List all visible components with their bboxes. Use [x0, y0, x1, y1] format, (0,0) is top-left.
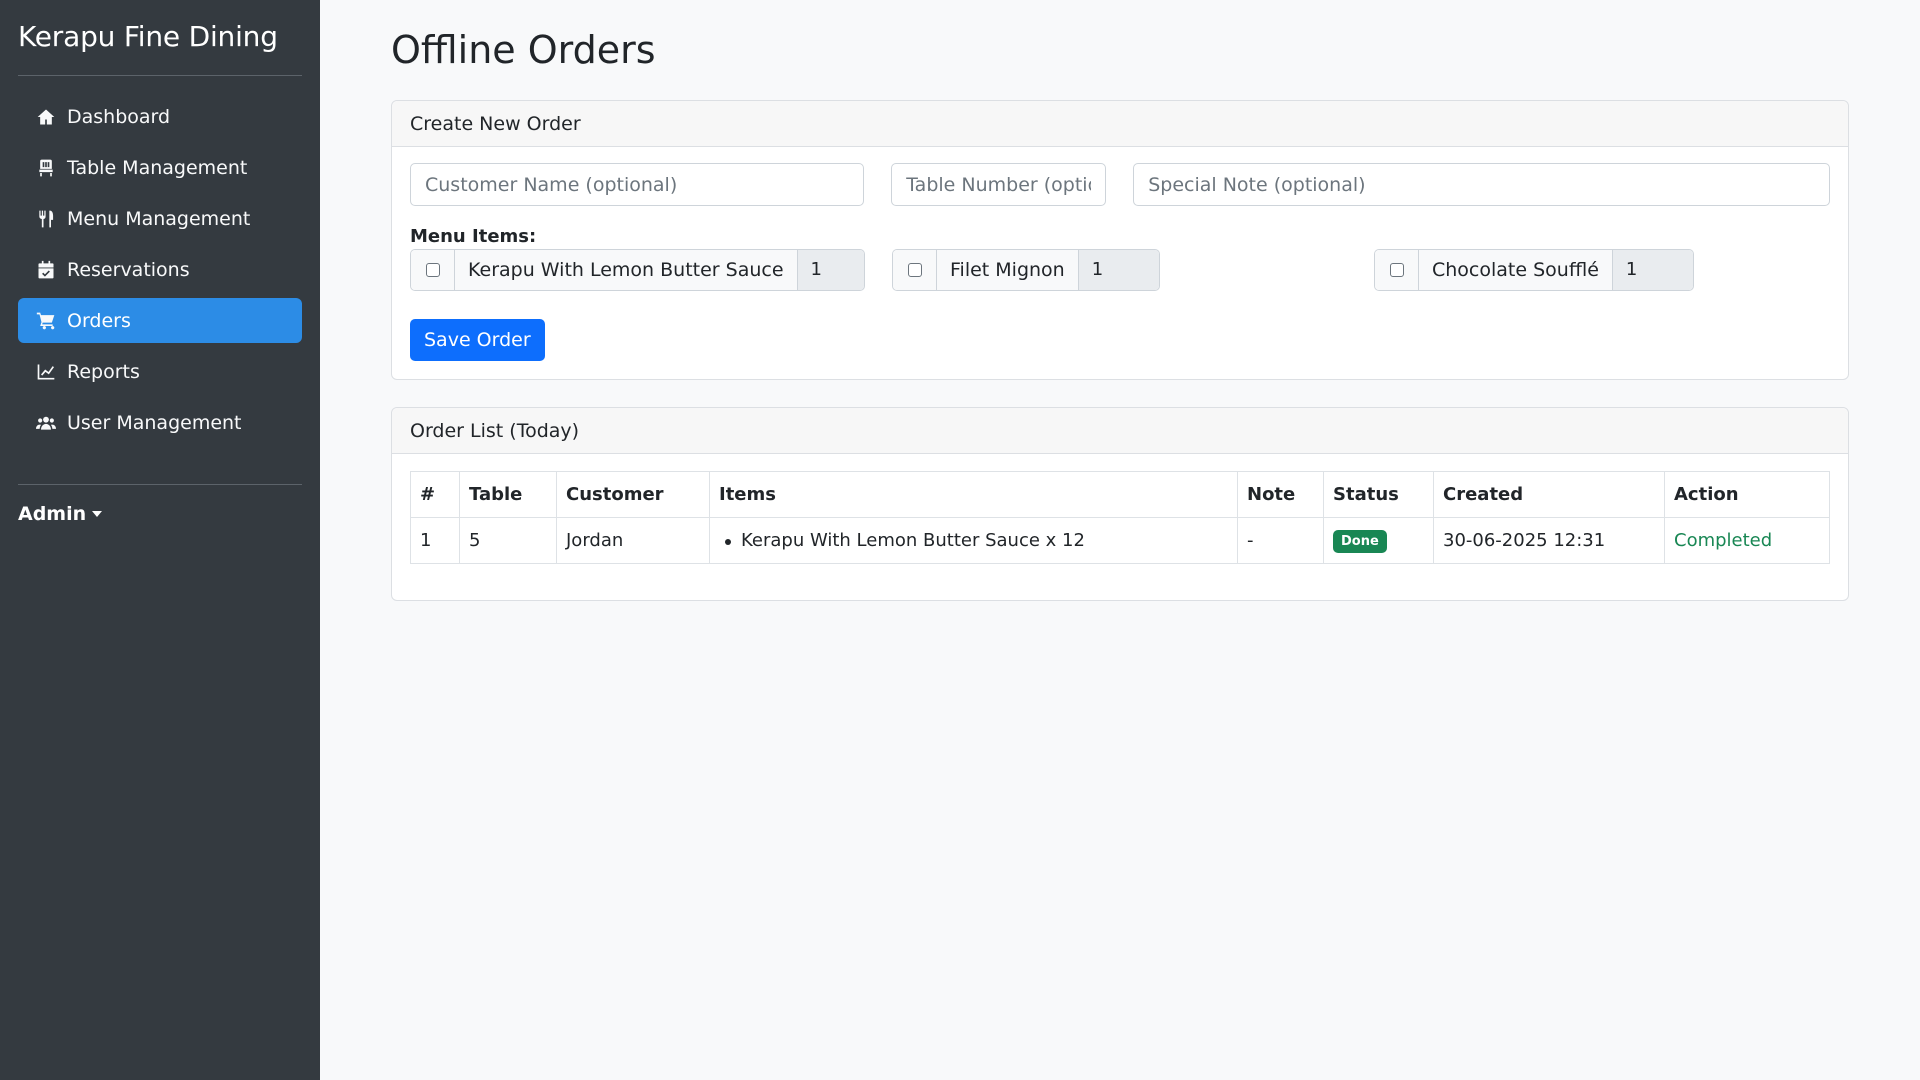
menu-item-kerapu: Kerapu With Lemon Butter Sauce 1 — [410, 249, 865, 291]
utensils-icon — [35, 208, 57, 230]
page-title: Offline Orders — [391, 28, 656, 72]
sidebar-item-orders[interactable]: Orders — [18, 298, 302, 343]
menu-item-filet-mignon: Filet Mignon 1 — [892, 249, 1160, 291]
order-list-body: # Table Customer Items Note Status Creat… — [392, 454, 1848, 600]
create-order-header: Create New Order — [392, 101, 1848, 147]
cell-items: Kerapu With Lemon Butter Sauce x 12 — [709, 517, 1238, 564]
main-content: Offline Orders Create New Order Menu Ite… — [391, 0, 1849, 601]
sidebar-item-menu-management[interactable]: Menu Management — [18, 196, 302, 241]
column-header: Created — [1433, 471, 1665, 518]
column-header: Note — [1237, 471, 1324, 518]
customer-name-input[interactable] — [410, 163, 865, 206]
table-header-row: # Table Customer Items Note Status Creat… — [410, 471, 1830, 518]
column-header: Items — [709, 471, 1238, 518]
chair-icon — [35, 157, 57, 179]
cell-table: 5 — [459, 517, 557, 564]
sidebar-divider — [18, 484, 302, 485]
menu-item-qty[interactable]: 1 — [1078, 250, 1159, 290]
create-order-body: Menu Items: Kerapu With Lemon Butter Sau… — [392, 147, 1848, 379]
sidebar-item-label: Orders — [67, 309, 131, 332]
users-icon — [35, 412, 57, 434]
calendar-icon — [35, 259, 57, 281]
menu-item-qty[interactable]: 1 — [797, 250, 864, 290]
sidebar-item-dashboard[interactable]: Dashboard — [18, 94, 302, 139]
save-order-button[interactable]: Save Order — [410, 319, 545, 361]
create-order-card: Create New Order Menu Items: Kerapu With… — [391, 100, 1849, 380]
sidebar-item-label: Reports — [67, 360, 140, 383]
menu-item-qty[interactable]: 1 — [1612, 250, 1693, 290]
menu-item-name: Chocolate Soufflé — [1419, 250, 1613, 290]
brand-title[interactable]: Kerapu Fine Dining — [18, 18, 302, 76]
checkbox-icon — [425, 263, 440, 277]
sidebar-item-user-management[interactable]: User Management — [18, 400, 302, 445]
sidebar-item-label: Dashboard — [67, 105, 171, 128]
order-items-list: Kerapu With Lemon Butter Sauce x 12 — [719, 530, 1228, 551]
chart-line-icon — [35, 361, 57, 383]
table-row: 1 5 Jordan Kerapu With Lemon Butter Sauc… — [410, 517, 1830, 564]
column-header: Table — [459, 471, 557, 518]
sidebar: Kerapu Fine Dining Dashboard Table Manag… — [0, 0, 320, 1080]
menu-item-checkbox[interactable] — [893, 250, 937, 290]
list-item: Kerapu With Lemon Butter Sauce x 12 — [725, 530, 1228, 551]
cell-customer: Jordan — [556, 517, 710, 564]
menu-item-name: Filet Mignon — [937, 250, 1079, 290]
menu-item-checkbox[interactable] — [411, 250, 455, 290]
checkbox-icon — [907, 263, 922, 277]
column-header: Customer — [556, 471, 710, 518]
sidebar-item-label: Table Management — [67, 156, 248, 179]
special-note-input[interactable] — [1133, 163, 1830, 206]
cell-status: Done — [1323, 517, 1434, 564]
checkbox-icon — [1389, 263, 1404, 277]
cell-number: 1 — [410, 517, 460, 564]
sidebar-item-reports[interactable]: Reports — [18, 349, 302, 394]
cell-note: - — [1237, 517, 1324, 564]
orders-table: # Table Customer Items Note Status Creat… — [410, 471, 1830, 564]
sidebar-item-label: Menu Management — [67, 207, 251, 230]
column-header: Action — [1664, 471, 1830, 518]
menu-item-chocolate-souffle: Chocolate Soufflé 1 — [1374, 249, 1694, 291]
sidebar-item-label: Reservations — [67, 258, 190, 281]
admin-label: Admin — [18, 503, 87, 525]
table-number-input[interactable] — [891, 163, 1107, 206]
cart-icon — [35, 310, 57, 332]
order-list-card: Order List (Today) # Table Customer Item… — [391, 407, 1849, 601]
menu-items-row: Kerapu With Lemon Butter Sauce 1 Filet M… — [410, 249, 1830, 291]
menu-items-label: Menu Items: — [410, 226, 537, 247]
caret-down-icon — [92, 511, 103, 517]
cell-action: Completed — [1664, 517, 1830, 564]
sidebar-item-reservations[interactable]: Reservations — [18, 247, 302, 292]
column-header: Status — [1323, 471, 1434, 518]
admin-dropdown[interactable]: Admin — [18, 503, 302, 525]
sidebar-item-label: User Management — [67, 411, 242, 434]
home-icon — [35, 106, 57, 128]
sidebar-item-table-management[interactable]: Table Management — [18, 145, 302, 190]
order-form-row — [410, 163, 1830, 206]
order-list-header: Order List (Today) — [392, 408, 1848, 454]
sidebar-nav: Dashboard Table Management Menu Manageme… — [18, 94, 302, 445]
status-badge: Done — [1333, 529, 1387, 553]
menu-item-checkbox[interactable] — [1375, 250, 1419, 290]
menu-item-name: Kerapu With Lemon Butter Sauce — [455, 250, 798, 290]
column-header: # — [410, 471, 460, 518]
cell-created: 30-06-2025 12:31 — [1433, 517, 1665, 564]
